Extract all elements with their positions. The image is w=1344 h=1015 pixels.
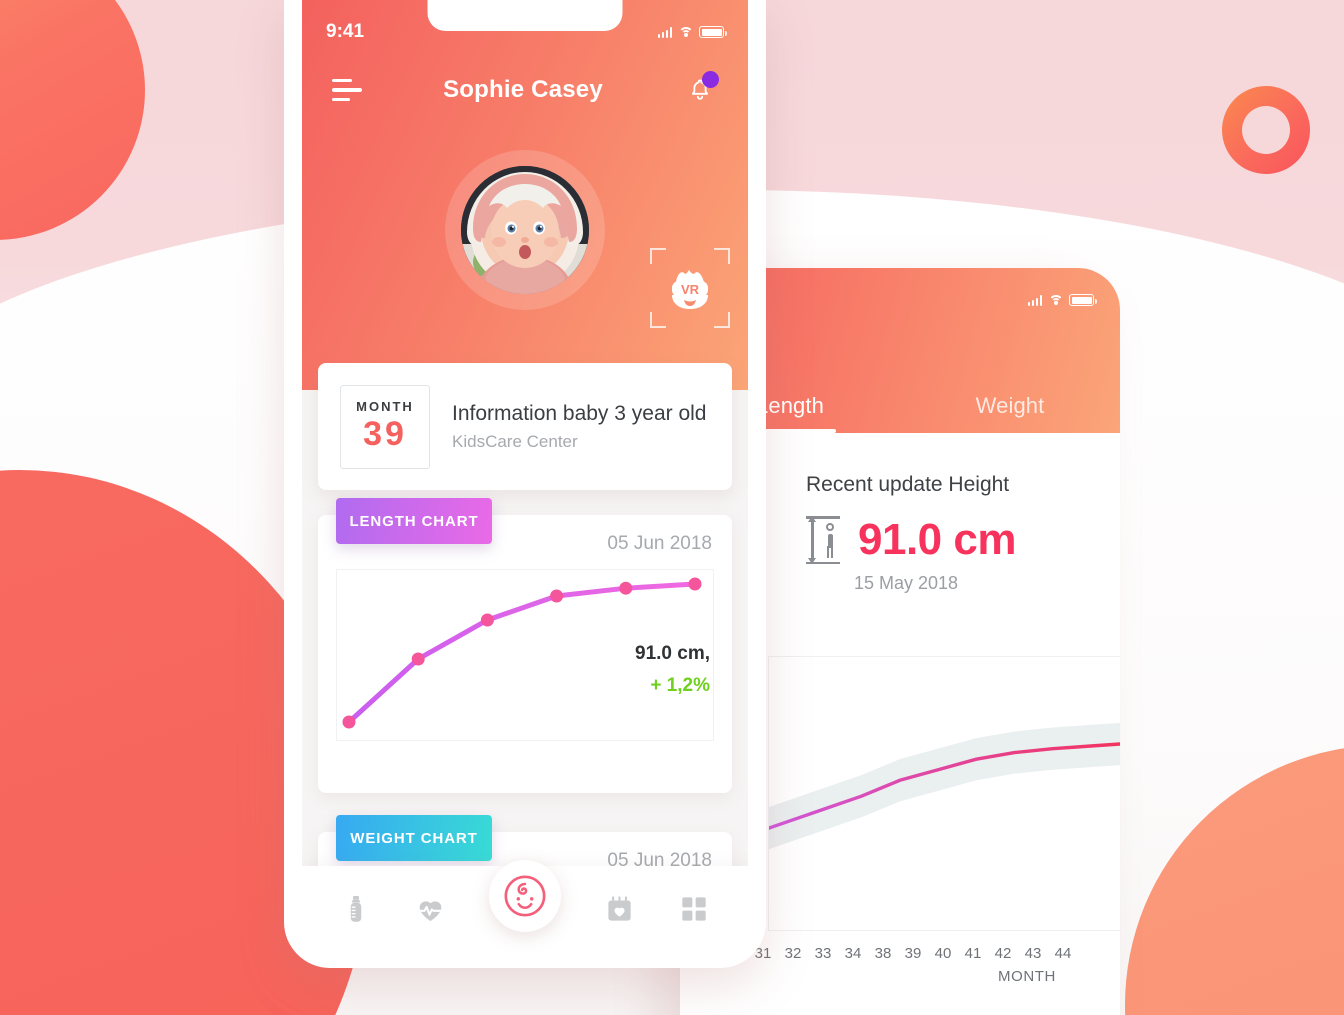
- vr-scan-badge[interactable]: VR: [650, 248, 730, 328]
- height-growth-chart: [707, 656, 1120, 931]
- month-tick: 39: [904, 945, 922, 962]
- hero-header: 9:41 Sophie Casey VR: [302, 0, 748, 390]
- recent-height-row: 91.0 cm: [806, 515, 1120, 565]
- length-chart-point: [480, 613, 494, 627]
- info-card[interactable]: MONTH 39 Information baby 3 year old Kid…: [318, 363, 732, 490]
- signal-icon: [657, 26, 672, 38]
- length-chart-point: [619, 581, 633, 595]
- info-card-subtitle: KidsCare Center: [452, 431, 578, 451]
- top-navbar: Sophie Casey: [302, 62, 748, 118]
- month-badge-number: 39: [363, 415, 407, 453]
- hamburger-icon[interactable]: [332, 77, 362, 103]
- avatar-ring: [445, 150, 605, 310]
- background-ring-top-right: [1222, 86, 1310, 174]
- battery-icon: [699, 26, 727, 38]
- info-card-text: Information baby 3 year old KidsCare Cen…: [452, 402, 706, 452]
- month-axis-label: MONTH: [998, 968, 1056, 985]
- baby-bottle-icon[interactable]: [339, 892, 373, 926]
- notification-badge: [701, 71, 719, 88]
- length-chart-card: 05 Jun 2018 91.0 cm, + 1,2%: [318, 515, 732, 793]
- month-axis-ticks: 3 03132333438394041424344: [718, 945, 1120, 962]
- length-chart-point: [411, 652, 425, 666]
- recent-update-heading: Recent update Height: [806, 473, 1010, 496]
- height-measure-icon: [806, 516, 840, 564]
- battery-icon: [1069, 294, 1097, 306]
- notifications-button[interactable]: [684, 71, 719, 107]
- status-bar-right: [1027, 294, 1097, 306]
- signal-icon: [1027, 294, 1042, 306]
- month-badge-label: MONTH: [356, 399, 414, 414]
- recent-height-value: 91.0 cm: [858, 515, 1016, 564]
- vr-label: VR: [681, 282, 700, 297]
- month-tick: 34: [844, 945, 862, 962]
- length-chart-change: + 1,2%: [650, 675, 710, 696]
- phone-home-screen: 9:41 Sophie Casey VR MONTH 39 Informatio…: [284, 0, 766, 968]
- month-tick: 38: [874, 945, 892, 962]
- month-tick: 42: [994, 945, 1012, 962]
- info-card-title: Information baby 3 year old: [452, 401, 707, 425]
- length-chart-pill[interactable]: LENGTH CHART: [336, 498, 492, 544]
- wifi-icon: [1048, 294, 1063, 306]
- length-chart-point: [550, 589, 564, 603]
- length-chart-date: 05 Jun 2018: [607, 533, 712, 554]
- month-tick: 44: [1054, 945, 1072, 962]
- page-title: Sophie Casey: [443, 76, 603, 103]
- tab-weight[interactable]: Weight: [900, 393, 1120, 433]
- recent-height-date: 15 May 2018: [854, 573, 959, 593]
- month-tick: 41: [964, 945, 982, 962]
- weight-chart-pill[interactable]: WEIGHT CHART: [336, 815, 492, 861]
- bottom-navigation: [302, 860, 748, 952]
- month-tick: 40: [934, 945, 952, 962]
- height-growth-svg: [707, 722, 1120, 870]
- avatar[interactable]: [461, 166, 589, 294]
- month-tick: 43: [1024, 945, 1042, 962]
- heart-pulse-icon[interactable]: [414, 892, 448, 926]
- month-tick: 32: [784, 945, 802, 962]
- baby-photo: [461, 166, 589, 294]
- vr-headset-icon: VR: [672, 270, 708, 309]
- calendar-heart-icon[interactable]: [602, 892, 636, 926]
- status-clock: 9:41: [326, 21, 365, 42]
- device-notch: [427, 0, 623, 31]
- month-badge: MONTH 39: [340, 384, 430, 469]
- length-chart-value: 91.0 cm,: [635, 643, 710, 664]
- length-chart-point: [342, 715, 356, 729]
- length-chart-point: [688, 577, 702, 591]
- grid-icon[interactable]: [677, 892, 711, 926]
- baby-face-icon[interactable]: [488, 860, 561, 932]
- wifi-icon: [678, 26, 693, 38]
- month-tick: 33: [814, 945, 832, 962]
